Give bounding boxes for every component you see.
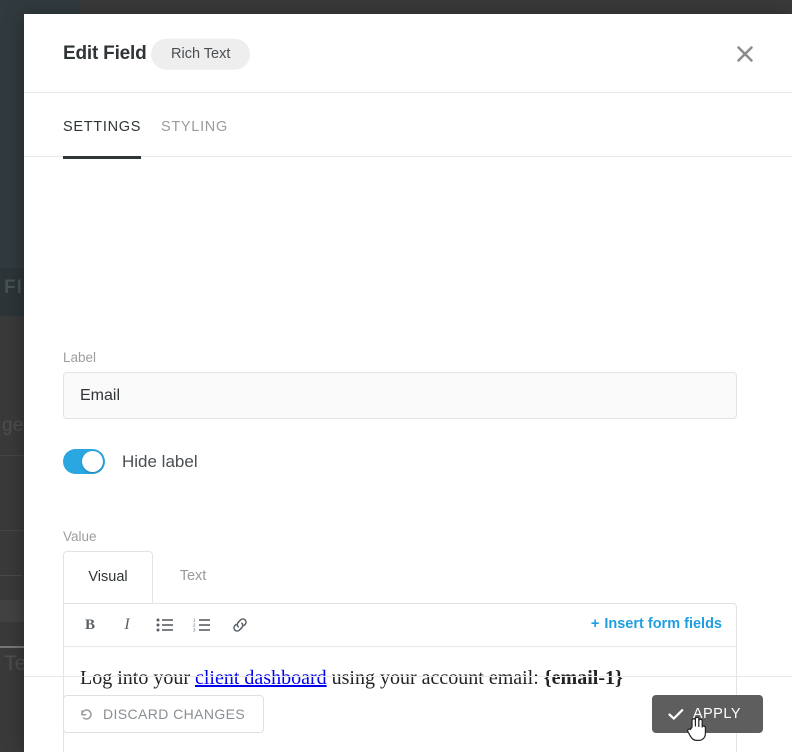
toggle-knob <box>82 451 103 472</box>
field-type-badge: Rich Text <box>151 38 251 70</box>
editor-tabs: Visual Text <box>63 551 737 603</box>
link-icon[interactable] <box>227 613 253 637</box>
editor-tab-text[interactable]: Text <box>153 551 233 603</box>
editor-toolbar: B I 1 2 3 + Insert form fields <box>64 604 736 647</box>
insert-form-fields-button[interactable]: + Insert form fields <box>591 616 722 632</box>
apply-button[interactable]: APPLY <box>651 695 763 733</box>
label-caption: Label <box>63 350 97 365</box>
svg-text:3: 3 <box>193 628 196 632</box>
tab-settings[interactable]: SETTINGS <box>63 119 142 159</box>
discard-changes-button[interactable]: DISCARD CHANGES <box>63 695 265 733</box>
modal-body: Label Hide label Value Visual Text B I <box>24 157 792 752</box>
modal-header: Edit Field Rich Text <box>24 14 792 93</box>
edit-field-modal: Edit Field Rich Text SETTINGS STYLING La… <box>24 14 792 752</box>
page-title: Edit Field <box>63 43 147 64</box>
bold-icon[interactable]: B <box>77 613 103 637</box>
tab-styling[interactable]: STYLING <box>161 119 228 156</box>
hide-label-row: Hide label <box>63 449 198 474</box>
numbered-list-icon[interactable]: 1 2 3 <box>189 613 215 637</box>
editor-tab-visual[interactable]: Visual <box>63 551 153 603</box>
undo-icon <box>79 707 94 722</box>
insert-form-fields-label: Insert form fields <box>604 616 722 632</box>
close-icon[interactable] <box>732 41 758 67</box>
modal-footer: DISCARD CHANGES APPLY <box>24 676 792 752</box>
modal-tabs: SETTINGS STYLING <box>24 93 792 159</box>
hide-label-toggle[interactable] <box>63 449 105 474</box>
hide-label-text: Hide label <box>122 451 198 471</box>
backdrop-divider-1 <box>0 455 26 456</box>
value-caption: Value <box>63 529 97 544</box>
bulleted-list-icon[interactable] <box>152 613 178 637</box>
label-input[interactable] <box>63 372 737 419</box>
plus-icon: + <box>590 616 600 632</box>
apply-label: APPLY <box>692 706 741 722</box>
italic-icon[interactable]: I <box>114 613 140 637</box>
backdrop-divider-3 <box>0 575 22 576</box>
backdrop-block <box>0 600 26 622</box>
backdrop-divider-2 <box>0 530 26 531</box>
discard-changes-label: DISCARD CHANGES <box>103 706 246 722</box>
check-icon <box>668 708 684 721</box>
